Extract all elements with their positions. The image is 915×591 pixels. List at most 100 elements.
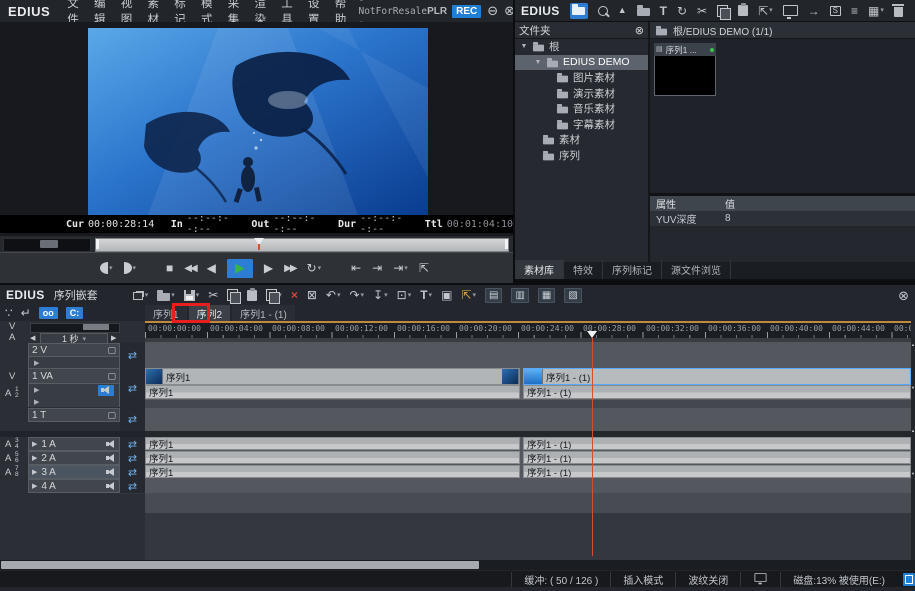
clip-seq1-2a[interactable]: 序列1 xyxy=(145,451,520,464)
tree-item-titles[interactable]: 字幕素材 xyxy=(515,117,648,133)
clip-seq1-copy-audio[interactable]: 序列1 - (1) xyxy=(523,385,911,399)
clip-seq1-copy-3a[interactable]: 序列1 - (1) xyxy=(523,465,911,478)
track-lane-4a[interactable] xyxy=(145,479,911,494)
copy-icon[interactable] xyxy=(227,289,238,301)
step-back-button[interactable]: ◀ xyxy=(207,261,216,275)
zoom-out-icon[interactable]: ◀ xyxy=(30,334,35,342)
list-view-icon[interactable]: ≡ xyxy=(851,5,858,17)
tab-bin[interactable]: 素材库 xyxy=(515,260,564,279)
replace-icon[interactable]: ▾ xyxy=(266,289,282,301)
loop-button[interactable]: ↻▾ xyxy=(307,261,322,275)
zoom-slider-handle[interactable] xyxy=(83,324,109,330)
panel-layout-1-icon[interactable]: ▤ xyxy=(485,288,502,303)
minimize-icon[interactable]: ⊖ xyxy=(487,3,498,19)
open-bin-icon[interactable] xyxy=(570,3,588,19)
patch-1va-icon[interactable]: ⇄ xyxy=(120,368,145,409)
paste-icon[interactable] xyxy=(738,5,748,16)
track-expand-1va-audio[interactable]: ▶ xyxy=(28,384,120,396)
play-around-cursor-button[interactable]: ⇥▾ xyxy=(393,261,408,275)
export-button[interactable]: ⇱ xyxy=(419,261,429,275)
refresh-icon[interactable]: ↻ xyxy=(677,5,687,17)
clip-seq1-video[interactable]: 序列1 xyxy=(145,368,520,385)
panel-layout-2-icon[interactable]: ▥ xyxy=(511,288,528,303)
new-sequence-icon[interactable]: ▾ xyxy=(133,291,149,300)
patch-2v-icon[interactable]: ⇄ xyxy=(120,342,145,369)
clip-card-thumbnail[interactable] xyxy=(654,56,716,96)
export-clip-icon[interactable]: ⇱▾ xyxy=(758,5,773,17)
ime-indicator-icon[interactable] xyxy=(903,573,915,586)
patch-3a-icon[interactable]: ⇄ xyxy=(120,465,145,480)
play-button[interactable]: ▶ xyxy=(227,259,253,278)
track-header-1a[interactable]: ▶ 1 A xyxy=(28,437,120,451)
shuttle-slider[interactable] xyxy=(3,238,91,252)
tab-effects[interactable]: 特效 xyxy=(564,260,603,279)
search-icon[interactable] xyxy=(598,6,608,16)
tree-open-icon[interactable]: ▼ xyxy=(534,59,542,66)
timeline-tracks-area[interactable]: 序列1 序列1 - (1) 序列1 序列1 - (1) 序列1 序列1 - (1… xyxy=(145,338,911,560)
track-lane-1t[interactable] xyxy=(145,408,911,432)
rewind-button[interactable]: ◀◀ xyxy=(184,263,195,274)
clip-seq1-3a[interactable]: 序列1 xyxy=(145,465,520,478)
track-header-1t[interactable]: 1 T ▢ xyxy=(28,408,120,422)
step-forward-button[interactable]: ▶ xyxy=(264,261,273,275)
tree-open-icon[interactable]: ▼ xyxy=(520,43,528,50)
tree-item-images[interactable]: 图片素材 xyxy=(515,70,648,86)
tree-item-edius-demo[interactable]: ▼ EDIUS DEMO xyxy=(515,55,648,71)
send-to-monitor-icon[interactable] xyxy=(783,5,798,16)
track-speaker-icon[interactable] xyxy=(106,468,116,477)
folders-close-icon[interactable]: ⊗ xyxy=(635,24,644,37)
property-row-yuv[interactable]: YUV深度 8 xyxy=(650,211,915,227)
track-monitor-icon[interactable]: ▢ xyxy=(107,346,116,355)
patch-2a-icon[interactable]: ⇄ xyxy=(120,451,145,466)
track-speaker-icon[interactable] xyxy=(106,454,116,463)
default-transition-icon[interactable]: ↧▾ xyxy=(373,289,388,301)
sequence-mode-icon[interactable]: C: xyxy=(66,307,84,319)
track-header-2v[interactable]: 2 V ▢ xyxy=(28,343,120,357)
clip-seq1-copy-2a[interactable]: 序列1 - (1) xyxy=(523,451,911,464)
track-expand-1va-sub[interactable]: ▶ xyxy=(28,396,120,407)
fast-forward-button[interactable]: ▶▶ xyxy=(284,263,295,274)
paste-icon[interactable] xyxy=(247,290,257,301)
tree-item-root[interactable]: ▼ 根 xyxy=(515,39,648,55)
set-out-point-button[interactable]: ▾ xyxy=(124,262,137,274)
open-project-icon[interactable]: ▾ xyxy=(157,290,175,301)
delete-icon[interactable]: × xyxy=(291,289,298,301)
playhead-marker[interactable] xyxy=(587,331,597,338)
send-to-timeline-icon[interactable]: → xyxy=(808,5,820,17)
redo-icon[interactable]: ↷▾ xyxy=(349,289,364,301)
track-speaker-icon[interactable] xyxy=(106,482,116,491)
new-folder-icon[interactable] xyxy=(637,5,650,16)
track-expand-icon[interactable]: ▶ xyxy=(32,455,37,462)
track-lane-2v[interactable] xyxy=(145,342,911,369)
tree-item-sequences[interactable]: 序列 xyxy=(515,148,648,164)
position-bar[interactable] xyxy=(95,238,509,252)
track-expand-2v[interactable]: ▶ xyxy=(28,357,120,368)
track-monitor-icon[interactable]: ▢ xyxy=(107,411,116,420)
add-title-icon[interactable]: T xyxy=(660,5,667,17)
layouter-icon[interactable]: ⊡▾ xyxy=(397,289,412,301)
tab-source-browser[interactable]: 源文件浏览 xyxy=(662,260,731,279)
track-expand-icon[interactable]: ▶ xyxy=(32,469,37,476)
patch-4a-icon[interactable]: ⇄ xyxy=(120,479,145,494)
track-header-3a[interactable]: ▶ 3 A xyxy=(28,465,120,479)
timeline-hscrollbar[interactable] xyxy=(0,560,915,570)
clip-seq1-copy-1a[interactable]: 序列1 - (1) xyxy=(523,437,911,450)
cut-icon[interactable]: ✂ xyxy=(208,289,218,301)
undo-icon[interactable]: ↶▾ xyxy=(326,289,341,301)
panel-layout-3-icon[interactable]: ▦ xyxy=(538,288,555,303)
tree-item-clips[interactable]: 素材 xyxy=(515,132,648,148)
set-in-point-button[interactable]: ▾ xyxy=(100,262,113,274)
panel-layout-4-icon[interactable]: ▧ xyxy=(564,288,581,303)
timeline-close-icon[interactable]: ⊗ xyxy=(898,289,909,302)
voice-over-icon[interactable]: ▣ xyxy=(441,289,452,301)
sync-badge-icon[interactable]: S xyxy=(830,6,841,16)
track-expand-icon[interactable]: ▶ xyxy=(32,483,37,490)
tab-sequence-marker[interactable]: 序列标记 xyxy=(603,260,662,279)
trash-icon[interactable] xyxy=(894,5,903,17)
track-expand-icon[interactable]: ▶ xyxy=(32,441,37,448)
hscrollbar-thumb[interactable] xyxy=(1,561,479,569)
shuttle-handle[interactable] xyxy=(40,240,58,248)
tab-sequence-1-copy[interactable]: 序列1 - (1) xyxy=(232,305,295,321)
export-icon[interactable]: ⇱▾ xyxy=(461,289,476,301)
track-header-4a[interactable]: ▶ 4 A xyxy=(28,479,120,493)
